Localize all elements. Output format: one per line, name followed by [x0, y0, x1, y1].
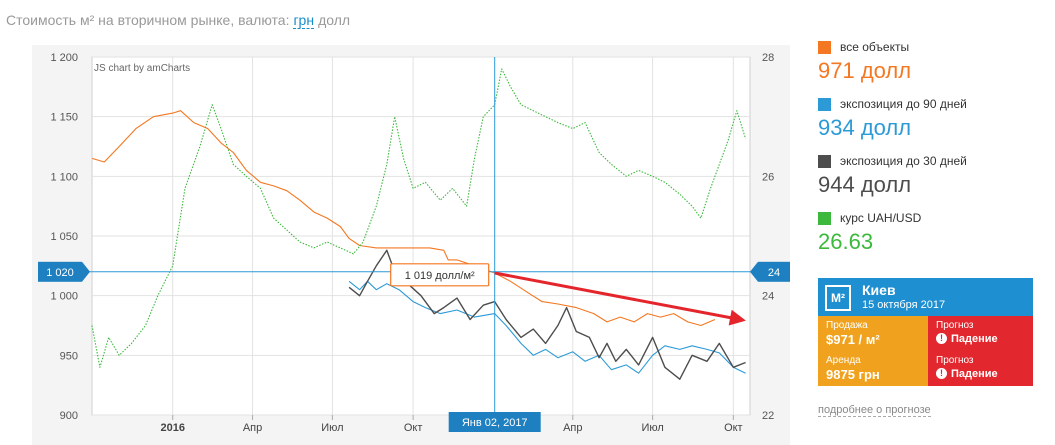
x-tick-label: Окт: [724, 422, 743, 434]
cursor-y-right-label-arrow: [750, 261, 758, 282]
sale-forecast-value: Падение: [951, 333, 998, 345]
rent-value: 9875 грн: [826, 367, 880, 382]
rent-forecast-value: Падение: [951, 368, 998, 380]
legend-item-exchange-rate[interactable]: курс UAH/USD 26.63: [818, 209, 1048, 266]
x-tick-label: Апр: [563, 422, 582, 434]
legend-item-all[interactable]: все объекты 971 долл: [818, 38, 1048, 95]
legend-swatch: [818, 155, 831, 168]
legend: все объекты 971 долл экспозиция до 90 дн…: [818, 38, 1048, 266]
rent-forecast-cell: Прогноз ! Падение: [928, 351, 1033, 386]
legend-item-name: экспозиция до 30 дней: [840, 154, 967, 168]
legend-swatch: [818, 212, 831, 225]
cursor-y-left-label: 1 020: [46, 267, 74, 279]
x-tick-label: Июл: [641, 422, 663, 434]
price-chart[interactable]: 900 950 1 000 1 050 1 100 1 150 1 200 22 24 26 28 2…: [0, 40, 800, 445]
sale-forecast-value-wrap: ! Падение: [936, 333, 998, 345]
y-left-tick-label: 950: [60, 350, 78, 362]
sale-price-cell: Продажа $971 / м²: [818, 316, 928, 351]
legend-item-value: 26.63: [818, 229, 874, 254]
legend-swatch: [818, 41, 831, 54]
legend-item-name: экспозиция до 90 дней: [840, 97, 967, 111]
y-right-tick-label: 26: [762, 171, 774, 183]
sale-value: $971 / м²: [826, 332, 880, 347]
warning-icon: !: [936, 333, 947, 344]
forecast-date: 15 октября 2017: [862, 299, 946, 311]
rent-forecast-value-wrap: ! Падение: [936, 368, 998, 380]
legend-swatch: [818, 98, 831, 111]
page-title-text: Стоимость м² на вторичном рынке, валюта:: [6, 12, 290, 28]
rent-forecast-label: Прогноз: [936, 355, 974, 366]
x-tick-label: Окт: [404, 422, 423, 434]
sale-forecast-cell: Прогноз ! Падение: [928, 316, 1033, 351]
y-right-tick-label: 24: [762, 291, 774, 303]
y-left-tick-label: 1 200: [50, 52, 78, 64]
x-tick-label: Июл: [321, 422, 343, 434]
cursor-balloon-text: 1 019 долл/м²: [405, 270, 475, 282]
x-tick-label: Апр: [243, 422, 262, 434]
cursor-y-right-label: 24: [768, 267, 780, 279]
page-title: Стоимость м² на вторичном рынке, валюта:…: [6, 12, 350, 29]
rent-price-cell: Аренда 9875 грн: [818, 351, 928, 386]
y-right-tick-label: 28: [762, 52, 774, 64]
legend-item-value: 934 долл: [818, 115, 912, 140]
forecast-more-link[interactable]: подробнее о прогнозе: [818, 404, 931, 417]
forecast-city: Киев: [862, 282, 896, 298]
cursor-x-label: Янв 02, 2017: [462, 417, 528, 429]
y-left-tick-label: 1 100: [50, 171, 78, 183]
legend-item-90-days[interactable]: экспозиция до 90 дней 934 долл: [818, 95, 1048, 152]
y-left-tick-label: 1 050: [50, 231, 78, 243]
legend-item-name: все объекты: [840, 40, 910, 54]
y-left-tick-label: 900: [60, 410, 78, 422]
chart-svg[interactable]: 900 950 1 000 1 050 1 100 1 150 1 200 22 24 26 28 2…: [0, 40, 800, 445]
m2-logo-icon: М²: [825, 285, 851, 311]
y-right-tick-label: 22: [762, 410, 774, 422]
forecast-widget[interactable]: М² Киев 15 октября 2017 Продажа $971 / м…: [818, 278, 1033, 386]
currency-usd-link[interactable]: долл: [318, 12, 350, 28]
rent-label: Аренда: [826, 355, 861, 366]
sale-label: Продажа: [826, 320, 868, 331]
legend-item-value: 971 долл: [818, 58, 912, 83]
legend-item-name: курс UAH/USD: [840, 211, 922, 225]
y-left-tick-label: 1 150: [50, 112, 78, 124]
warning-icon: !: [936, 368, 947, 379]
currency-uah-link[interactable]: грн: [293, 12, 315, 29]
cursor-y-left-label-arrow: [82, 261, 90, 282]
sale-forecast-label: Прогноз: [936, 320, 974, 331]
amcharts-watermark: JS chart by amCharts: [94, 63, 190, 74]
forecast-header: М² Киев 15 октября 2017: [818, 278, 1033, 316]
legend-item-30-days[interactable]: экспозиция до 30 дней 944 долл: [818, 152, 1048, 209]
y-left-tick-label: 1 000: [50, 291, 78, 303]
x-tick-label: 2016: [160, 422, 184, 434]
legend-item-value: 944 долл: [818, 172, 912, 197]
